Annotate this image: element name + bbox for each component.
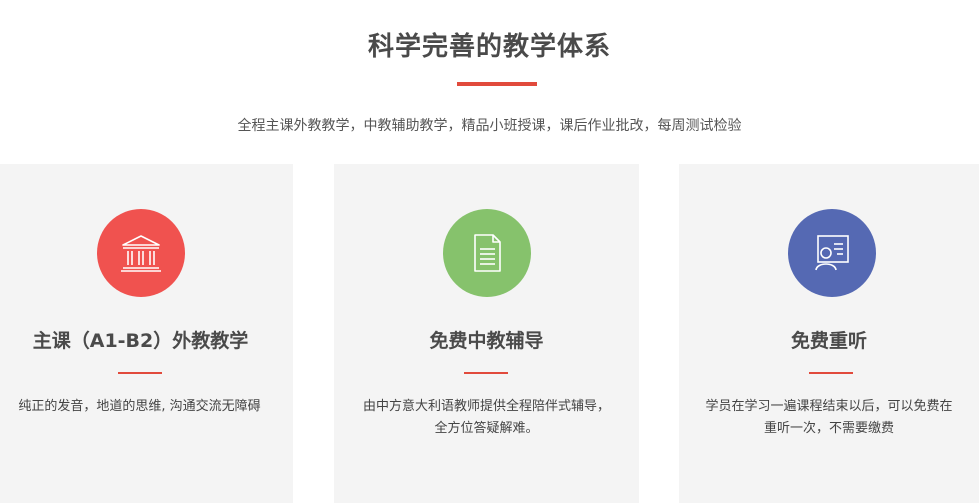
feature-card-free-relisten: 免费重听 学员在学习一遍课程结束以后，可以免费在 重听一次，不需要缴费 [679,164,979,503]
card-underline [118,372,162,374]
card-description: 由中方意大利语教师提供全程陪伴式辅导， 全方位答疑解难。 [344,396,629,440]
title-underline [457,82,537,86]
document-icon [443,209,531,297]
section-subtitle: 全程主课外教教学，中教辅助教学，精品小班授课，课后作业批改，每周测试检验 [237,118,742,134]
feature-card-chinese-tutoring: 免费中教辅导 由中方意大利语教师提供全程陪伴式辅导， 全方位答疑解难。 [334,164,639,503]
card-description: 学员在学习一遍课程结束以后，可以免费在 重听一次，不需要缴费 [689,396,969,440]
card-title: 免费中教辅导 [429,330,544,352]
card-underline [809,372,853,374]
museum-icon [97,209,185,297]
card-description-line: 学员在学习一遍课程结束以后，可以免费在 [705,399,953,414]
section-title: 科学完善的教学体系 [367,32,611,62]
card-description-line: 由中方意大利语教师提供全程陪伴式辅导， [362,399,610,414]
feature-card-foreign-teacher: 主课（A1-B2）外教教学 纯正的发音，地道的思维, 沟通交流无障碍 [0,164,293,503]
card-description: 纯正的发音，地道的思维, 沟通交流无障碍 [0,396,279,418]
teacher-board-icon [788,209,876,297]
card-underline [464,372,508,374]
teaching-system-section: 科学完善的教学体系 全程主课外教教学，中教辅助教学，精品小班授课，课后作业批改，… [0,0,979,503]
card-description-line: 重听一次，不需要缴费 [763,421,894,436]
card-description-line: 纯正的发音，地道的思维, 沟通交流无障碍 [18,399,261,414]
card-title: 免费重听 [790,330,867,352]
card-description-line: 全方位答疑解难。 [434,421,539,436]
card-title: 主课（A1-B2）外教教学 [32,330,249,352]
